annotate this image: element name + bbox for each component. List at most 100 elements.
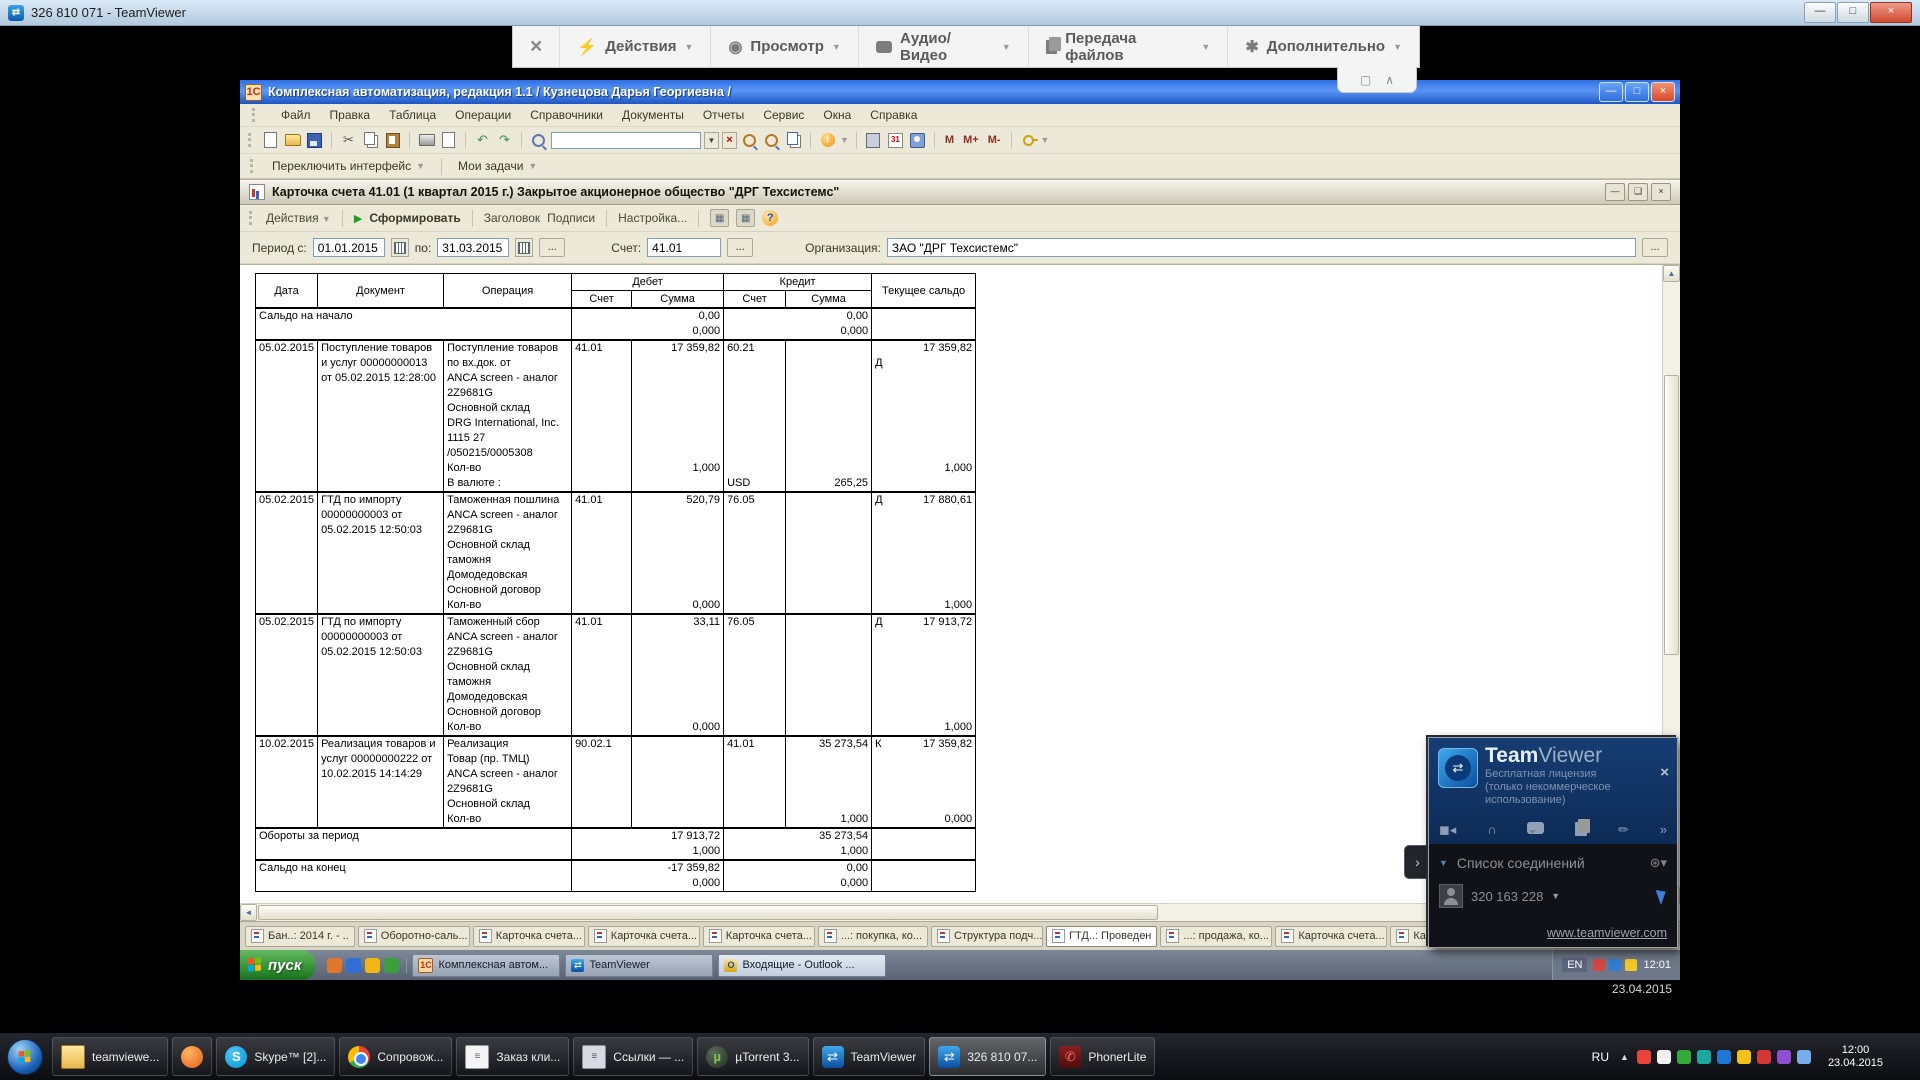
taskbar-button-skype[interactable]: S Skype™ [2]... <box>216 1037 336 1076</box>
headset-icon[interactable]: ∩ <box>1487 822 1496 838</box>
calendar-icon[interactable]: 31 <box>886 131 905 149</box>
save-settings-icon[interactable]: ▦ <box>736 209 756 227</box>
my-tasks-button[interactable]: Мои задачи ▼ <box>451 156 544 176</box>
tray-icon[interactable] <box>1636 1049 1651 1064</box>
cut-icon[interactable]: ✂ <box>339 131 358 149</box>
report-close-button[interactable]: × <box>1651 183 1671 201</box>
period-more-button[interactable]: ... <box>539 238 566 257</box>
connections-section[interactable]: ▼ Список соединений ⊛▾ <box>1429 844 1677 876</box>
open-settings-icon[interactable]: ▦ <box>710 209 730 227</box>
menu-reports[interactable]: Отчеты <box>703 108 744 122</box>
teamviewer-link[interactable]: www.teamviewer.com <box>1547 926 1667 940</box>
tray-icon[interactable] <box>1676 1049 1691 1064</box>
more-icon[interactable]: » <box>1660 822 1667 838</box>
tray-icon[interactable] <box>1756 1049 1771 1064</box>
minimize-button[interactable]: — <box>1804 2 1836 23</box>
menu-operations[interactable]: Операции <box>455 108 511 122</box>
show-value-icon[interactable] <box>740 131 759 149</box>
tray-icon[interactable] <box>1593 959 1606 971</box>
report-minimize-button[interactable]: — <box>1605 183 1625 201</box>
toolbar-collapse-tab[interactable]: ▢ ∧ <box>1337 67 1417 93</box>
paste-icon[interactable] <box>383 131 402 149</box>
audio-video-menu[interactable]: Аудио/Видео ▼ <box>857 26 1028 67</box>
taskbar-button-utorrent[interactable]: µ µTorrent 3... <box>697 1037 809 1076</box>
mdi-window-button[interactable]: ...: покупка, ко... <box>817 925 929 947</box>
tray-icon[interactable] <box>1796 1049 1811 1064</box>
chevron-down-icon[interactable]: ▼ <box>840 135 849 145</box>
signatures-button[interactable]: Подписи <box>547 211 595 225</box>
brush-icon[interactable]: ✏ <box>1618 822 1629 838</box>
mdi-window-button[interactable]: Карточка счета... <box>702 925 815 947</box>
menu-directories[interactable]: Справочники <box>530 108 603 122</box>
copy-window-icon[interactable] <box>784 131 803 149</box>
tray-expand-icon[interactable]: ▲ <box>1620 1052 1629 1062</box>
mdi-window-button[interactable]: ГТД..: Проведен <box>1046 925 1158 947</box>
start-button[interactable] <box>0 1033 50 1080</box>
tray-icon[interactable] <box>1656 1049 1671 1064</box>
table-row[interactable]: 05.02.2015 ГТД по импорту 00000000003 от 05… <box>254 613 977 737</box>
users-icon[interactable] <box>908 131 927 149</box>
taskbar-button-chrome[interactable]: Сопровож... <box>339 1037 453 1076</box>
horizontal-scroll-thumb[interactable] <box>258 905 1158 920</box>
clear-search-button[interactable]: × <box>722 131 737 149</box>
menu-service[interactable]: Сервис <box>763 108 804 122</box>
table-row[interactable]: 05.02.2015 ГТД по импорту 00000000003 от 05… <box>254 491 977 615</box>
report-actions-menu[interactable]: Действия ▼ <box>266 211 331 225</box>
period-to-field[interactable]: 31.03.2015 <box>437 238 510 257</box>
organization-more-button[interactable]: ... <box>1642 238 1668 257</box>
menu-windows[interactable]: Окна <box>823 108 851 122</box>
save-icon[interactable] <box>305 131 324 149</box>
recalc-value-icon[interactable] <box>762 131 781 149</box>
menu-documents[interactable]: Документы <box>622 108 684 122</box>
remote-minimize-button[interactable]: — <box>1599 82 1623 102</box>
search-input[interactable] <box>551 131 701 149</box>
header-button[interactable]: Заголовок <box>484 211 540 225</box>
taskbar-window-outlook[interactable]: O Входящие - Outlook ... <box>718 953 887 977</box>
report-restore-button[interactable]: ❏ <box>1628 183 1648 201</box>
key-icon[interactable] <box>1019 131 1038 149</box>
file-transfer-menu[interactable]: Передача файлов ▼ <box>1027 26 1228 67</box>
table-row[interactable]: 05.02.2015 Поступление товаров и услуг 000… <box>254 339 977 493</box>
calendar-picker-icon[interactable] <box>515 238 534 257</box>
menu-help[interactable]: Справка <box>870 108 917 122</box>
tray-icon[interactable] <box>1625 959 1638 971</box>
menu-table[interactable]: Таблица <box>389 108 436 122</box>
mdi-window-button[interactable]: Структура подч... <box>931 925 1044 947</box>
scroll-left-arrow[interactable]: ◄ <box>240 904 257 921</box>
mdi-window-button[interactable]: ...: продажа, ко... <box>1160 925 1273 947</box>
mdi-window-button[interactable]: Карточка счета... <box>472 925 585 947</box>
remote-close-button[interactable]: × <box>1651 82 1675 102</box>
mdi-window-button[interactable]: Карточка счета... <box>587 925 700 947</box>
calculator-icon[interactable] <box>864 131 883 149</box>
chevron-down-icon[interactable]: ▼ <box>1041 135 1050 145</box>
quick-launch-icon[interactable] <box>384 957 400 973</box>
memory-minus-button[interactable]: M- <box>985 134 1004 146</box>
taskbar-button-phonerlite[interactable]: ✆ PhonerLite <box>1050 1037 1156 1076</box>
actions-menu[interactable]: ⚡ Действия ▼ <box>559 26 710 67</box>
search-dropdown-button[interactable]: ▼ <box>704 131 719 149</box>
calendar-picker-icon[interactable] <box>390 238 409 257</box>
taskbar-button-explorer[interactable]: teamviewe... <box>52 1037 169 1076</box>
table-row[interactable]: Сальдо на конец -17 359,82 0,000 0,00 0,000 <box>254 859 977 892</box>
account-more-button[interactable]: ... <box>727 238 754 257</box>
generate-button[interactable]: Сформировать <box>369 211 460 225</box>
tray-icon[interactable] <box>1609 959 1622 971</box>
redo-icon[interactable]: ↷ <box>495 131 514 149</box>
taskbar-button-teamviewer[interactable]: ⇄ TeamViewer <box>812 1037 926 1076</box>
video-icon[interactable]: ◼◂ <box>1439 822 1456 838</box>
find-icon[interactable] <box>529 131 548 149</box>
print-icon[interactable] <box>417 131 436 149</box>
print-preview-icon[interactable] <box>439 131 458 149</box>
organization-field[interactable]: ЗАО "ДРГ Техсистемс" <box>886 238 1636 257</box>
maximize-button[interactable]: □ <box>1837 2 1869 23</box>
close-session-button[interactable]: × <box>513 26 559 67</box>
taskbar-button-links[interactable]: ≡ Ссылки — ... <box>573 1037 694 1076</box>
gear-icon[interactable]: ⊛▾ <box>1650 855 1667 871</box>
help-icon[interactable]: ? <box>762 210 779 226</box>
copy-icon[interactable] <box>361 131 380 149</box>
close-button[interactable]: × <box>1870 2 1912 23</box>
taskbar-window-1c[interactable]: 1С Комплексная автом... <box>412 953 561 977</box>
period-from-field[interactable]: 01.01.2015 <box>312 238 385 257</box>
account-field[interactable]: 41.01 <box>647 238 722 257</box>
quick-launch-icon[interactable] <box>327 957 343 973</box>
